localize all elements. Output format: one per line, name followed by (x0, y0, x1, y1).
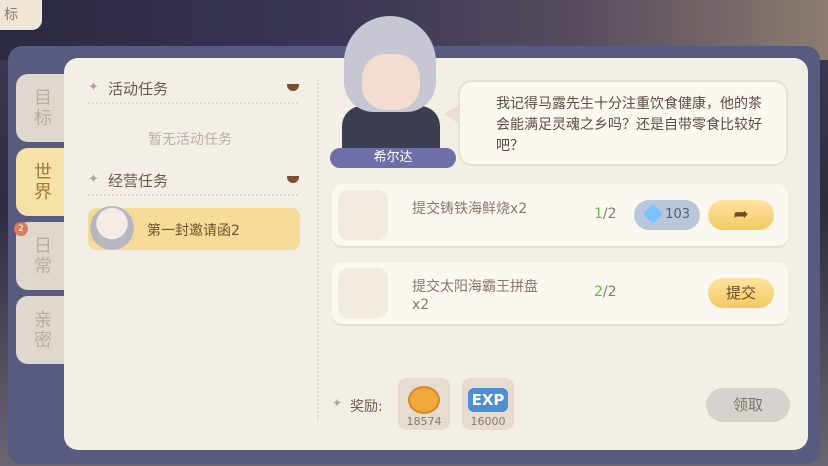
npc-portrait (330, 16, 446, 162)
exp-amount: 16000 (470, 415, 506, 428)
tab-world[interactable]: 世界 (16, 148, 66, 216)
star-icon: ✦ (332, 396, 343, 410)
task-count: 1/2 (594, 206, 617, 222)
activity-title: 活动任务 (108, 80, 169, 98)
tab-label: 亲密 (31, 310, 52, 350)
coin-icon (408, 386, 440, 414)
exp-icon: EXP (468, 388, 508, 412)
panel-divider (317, 80, 319, 420)
task-row: 提交铸铁海鲜烧x2 1/2 103 ➦ (332, 184, 788, 246)
coin-reward: 18574 (398, 378, 450, 430)
tab-label: 世界 (31, 162, 52, 202)
dish-icon (338, 268, 388, 318)
dialogue-text: 我记得马露先生十分注重饮食健康，他的茶会能满足灵魂之乡吗？还是自带零食比较好吧？ (496, 96, 762, 154)
quest-label: 第一封邀请函2 (147, 223, 240, 239)
task-desc: 提交铸铁海鲜烧x2 (412, 201, 528, 217)
divider (88, 194, 298, 196)
tab-label: 目标 (31, 88, 52, 128)
tab-label: 日常 (31, 236, 52, 276)
npc-name: 希尔达 (330, 148, 456, 168)
submit-button[interactable]: 提交 (708, 278, 774, 308)
coin-amount: 18574 (406, 415, 442, 428)
reward-label: 奖励: (350, 399, 383, 415)
activity-empty-text: 暂无活动任务 (148, 132, 232, 148)
dish-icon (338, 190, 388, 240)
arrow-icon: ➦ (733, 204, 749, 225)
star-icon: ✦ (88, 80, 99, 95)
tab-goals[interactable]: 目标 (16, 74, 66, 142)
go-button[interactable]: ➦ (708, 200, 774, 230)
divider (88, 102, 298, 104)
task-row: 提交太阳海霸王拼盘x2 2/2 提交 (332, 262, 788, 324)
gem-reward: 103 (634, 200, 700, 230)
business-title: 经营任务 (108, 172, 169, 190)
daily-badge: 2 (14, 222, 28, 236)
dialogue-bubble: 我记得马露先生十分注重饮食健康，他的茶会能满足灵魂之乡吗？还是自带零食比较好吧？ (458, 80, 788, 166)
quest-item[interactable]: 第一封邀请函2 (88, 206, 300, 250)
task-desc: 提交太阳海霸王拼盘x2 (412, 279, 538, 313)
gem-icon (643, 204, 663, 224)
tab-intimacy[interactable]: 亲密 (16, 296, 66, 364)
task-count: 2/2 (594, 284, 617, 300)
exp-reward: EXP 16000 (462, 378, 514, 430)
claim-button[interactable]: 领取 (706, 388, 790, 422)
star-icon: ✦ (88, 172, 99, 187)
avatar (90, 206, 134, 250)
corner-label: 标 (0, 0, 42, 30)
